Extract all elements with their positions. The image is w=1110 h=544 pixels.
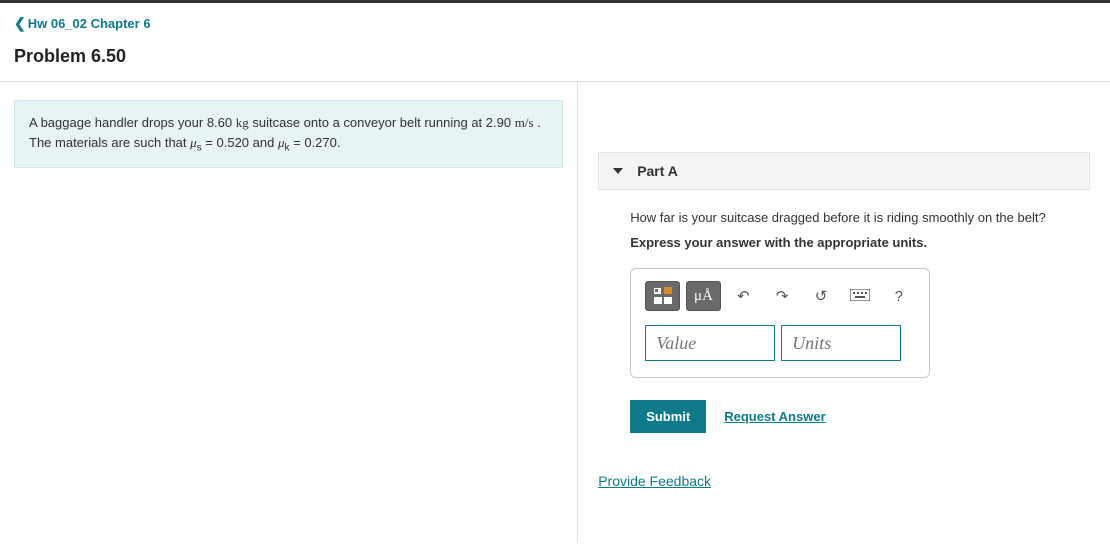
part-a-question: How far is your suitcase dragged before … [630, 210, 1058, 225]
request-answer-link[interactable]: Request Answer [724, 409, 825, 424]
redo-icon: ↷ [776, 287, 789, 305]
problem-prompt: A baggage handler drops your 8.60 kg sui… [14, 100, 563, 168]
mu-k-symbol: μk [278, 135, 290, 150]
undo-button[interactable]: ↶ [727, 281, 760, 311]
speed-value: 2.90 [486, 115, 511, 130]
prompt-text: and [249, 135, 278, 150]
redo-button[interactable]: ↷ [766, 281, 799, 311]
value-input[interactable] [645, 325, 775, 361]
mu-s-symbol: μs [190, 135, 202, 150]
speed-unit: m/s [515, 115, 534, 130]
reset-button[interactable]: ↺ [805, 281, 838, 311]
answer-box: μÅ ↶ ↷ ↺ [630, 268, 930, 378]
mu-k-value: 0.270 [304, 135, 337, 150]
prompt-text: . [337, 135, 341, 150]
provide-feedback-link[interactable]: Provide Feedback [598, 473, 711, 489]
prompt-text: A baggage handler drops your [29, 115, 207, 130]
mu-a-label: μÅ [694, 288, 713, 305]
breadcrumb-link[interactable]: ❮ Hw 06_02 Chapter 6 [14, 15, 151, 32]
collapse-triangle-icon [613, 168, 623, 174]
templates-button[interactable] [645, 281, 680, 311]
keyboard-button[interactable] [843, 281, 876, 311]
prompt-text: suitcase onto a conveyor belt running at [249, 115, 486, 130]
breadcrumb-label: Hw 06_02 Chapter 6 [28, 16, 151, 31]
part-a-label: Part A [637, 163, 678, 179]
reset-icon: ↺ [815, 287, 828, 305]
special-chars-button[interactable]: μÅ [686, 281, 721, 311]
part-a-instruction: Express your answer with the appropriate… [630, 235, 1058, 250]
help-button[interactable]: ? [882, 281, 915, 311]
problem-title: Problem 6.50 [14, 46, 1096, 67]
mu-s-value: 0.520 [217, 135, 250, 150]
part-a-header[interactable]: Part A [598, 152, 1090, 190]
submit-button[interactable]: Submit [630, 400, 706, 433]
chevron-left-icon: ❮ [14, 15, 26, 32]
keyboard-icon [850, 288, 870, 305]
mass-unit: kg [236, 115, 249, 130]
undo-icon: ↶ [737, 287, 750, 305]
mass-value: 8.60 [207, 115, 232, 130]
units-input[interactable] [781, 325, 901, 361]
help-icon: ? [895, 288, 903, 305]
